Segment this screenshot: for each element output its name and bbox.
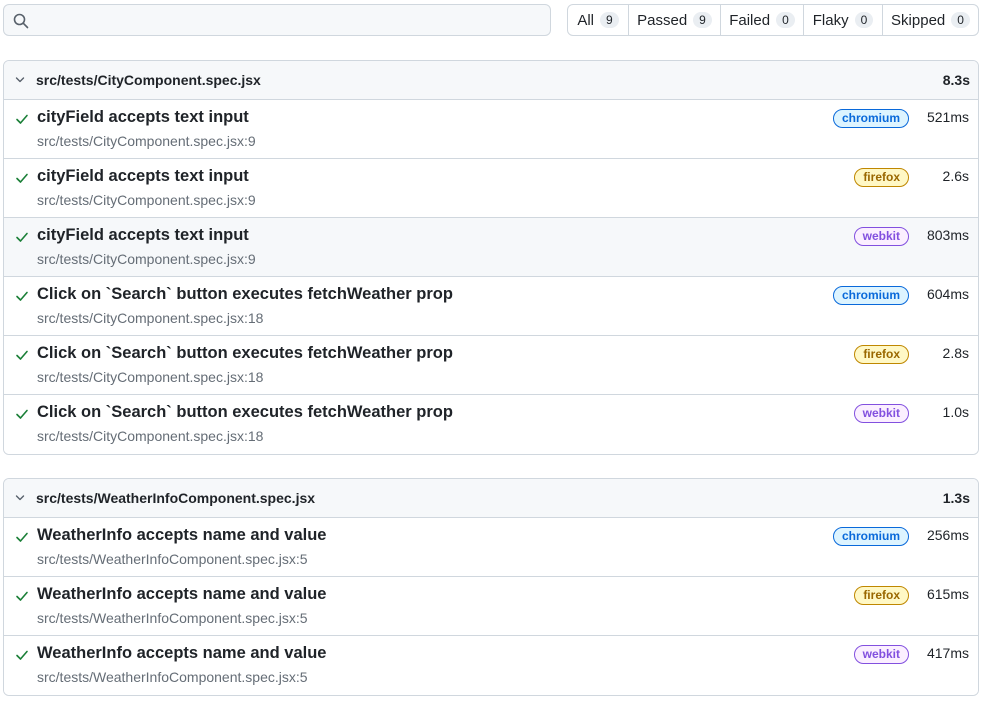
project-badge[interactable]: firefox	[854, 586, 909, 605]
test-title: cityField accepts text input	[37, 108, 249, 126]
check-icon	[16, 650, 28, 660]
test-duration: 2.6s	[942, 168, 969, 184]
test-location: src/tests/CityComponent.spec.jsx:18	[37, 369, 264, 385]
chevron-down-icon	[15, 77, 25, 83]
test-title: WeatherInfo accepts name and value	[37, 585, 327, 603]
search-icon	[13, 13, 29, 29]
filter-count: 0	[776, 12, 795, 28]
project-badge[interactable]: firefox	[854, 345, 909, 364]
test-file-group: src/tests/WeatherInfoComponent.spec.jsx …	[3, 478, 979, 696]
chevron-down-icon	[15, 495, 25, 501]
filter-flaky[interactable]: Flaky 0	[804, 5, 883, 35]
test-file-duration: 1.3s	[942, 490, 970, 506]
search-bar[interactable]	[3, 4, 551, 36]
test-row[interactable]: cityField accepts text input src/tests/C…	[4, 159, 978, 218]
check-icon	[16, 114, 28, 124]
test-file-name: src/tests/WeatherInfoComponent.spec.jsx	[36, 490, 316, 506]
project-badge[interactable]: webkit	[853, 404, 909, 423]
filter-label: Failed	[729, 11, 771, 29]
test-row[interactable]: cityField accepts text input src/tests/C…	[4, 218, 978, 277]
project-badge[interactable]: chromium	[832, 109, 909, 128]
test-title: Click on `Search` button executes fetchW…	[37, 403, 453, 421]
test-duration: 803ms	[926, 227, 969, 243]
test-location: src/tests/CityComponent.spec.jsx:9	[37, 192, 256, 208]
check-icon	[16, 232, 28, 242]
filter-label: All	[577, 11, 594, 29]
test-title: cityField accepts text input	[37, 226, 249, 244]
test-row[interactable]: WeatherInfo accepts name and value src/t…	[4, 636, 978, 695]
test-duration: 604ms	[926, 286, 969, 302]
filter-count: 9	[693, 12, 712, 28]
project-badge[interactable]: chromium	[832, 286, 909, 305]
project-badge[interactable]: webkit	[853, 645, 909, 664]
test-location: src/tests/CityComponent.spec.jsx:9	[37, 251, 256, 267]
filter-skipped[interactable]: Skipped 0	[883, 5, 978, 35]
test-duration: 2.8s	[942, 345, 969, 361]
test-title: Click on `Search` button executes fetchW…	[37, 285, 453, 303]
check-icon	[16, 591, 28, 601]
test-title: cityField accepts text input	[37, 167, 249, 185]
project-badge[interactable]: chromium	[832, 527, 909, 546]
check-icon	[16, 532, 28, 542]
filter-failed[interactable]: Failed 0	[721, 5, 804, 35]
test-file-name: src/tests/CityComponent.spec.jsx	[36, 72, 261, 88]
test-title: WeatherInfo accepts name and value	[37, 526, 327, 544]
test-duration: 521ms	[926, 109, 969, 125]
project-badge[interactable]: webkit	[853, 227, 909, 246]
filter-count: 0	[951, 12, 970, 28]
test-file-duration: 8.3s	[942, 72, 970, 88]
test-file-group: src/tests/CityComponent.spec.jsx 8.3s ci…	[3, 60, 979, 455]
test-row[interactable]: WeatherInfo accepts name and value src/t…	[4, 518, 978, 577]
test-location: src/tests/WeatherInfoComponent.spec.jsx:…	[37, 551, 308, 567]
test-title: WeatherInfo accepts name and value	[37, 644, 327, 662]
test-duration: 256ms	[926, 527, 969, 543]
test-location: src/tests/WeatherInfoComponent.spec.jsx:…	[37, 669, 308, 685]
test-row[interactable]: Click on `Search` button executes fetchW…	[4, 277, 978, 336]
test-location: src/tests/WeatherInfoComponent.spec.jsx:…	[37, 610, 308, 626]
filter-passed[interactable]: Passed 9	[629, 5, 721, 35]
test-row[interactable]: Click on `Search` button executes fetchW…	[4, 395, 978, 454]
test-duration: 417ms	[926, 645, 969, 661]
filter-label: Passed	[637, 11, 688, 29]
check-icon	[16, 350, 28, 360]
test-row[interactable]: Click on `Search` button executes fetchW…	[4, 336, 978, 395]
filter-label: Skipped	[891, 11, 946, 29]
filter-label: Flaky	[812, 11, 849, 29]
filter-count: 9	[599, 12, 619, 28]
filter-all[interactable]: All 9	[568, 5, 629, 35]
test-row[interactable]: cityField accepts text input src/tests/C…	[4, 100, 978, 159]
test-title: Click on `Search` button executes fetchW…	[37, 344, 453, 362]
test-file-header[interactable]: src/tests/WeatherInfoComponent.spec.jsx …	[4, 479, 978, 518]
test-duration: 615ms	[926, 586, 969, 602]
check-icon	[16, 291, 28, 301]
test-duration: 1.0s	[942, 404, 969, 420]
filter-count: 0	[854, 12, 874, 28]
test-location: src/tests/CityComponent.spec.jsx:18	[37, 428, 264, 444]
project-badge[interactable]: firefox	[854, 168, 909, 187]
check-icon	[16, 409, 28, 419]
test-row[interactable]: WeatherInfo accepts name and value src/t…	[4, 577, 978, 636]
test-location: src/tests/CityComponent.spec.jsx:18	[37, 310, 264, 326]
check-icon	[16, 173, 28, 183]
test-file-header[interactable]: src/tests/CityComponent.spec.jsx 8.3s	[4, 61, 978, 100]
status-filter-bar: All 9 Passed 9 Failed 0 Flaky 0 Skipped …	[567, 4, 979, 36]
test-location: src/tests/CityComponent.spec.jsx:9	[37, 133, 256, 149]
search-input[interactable]	[36, 5, 544, 35]
